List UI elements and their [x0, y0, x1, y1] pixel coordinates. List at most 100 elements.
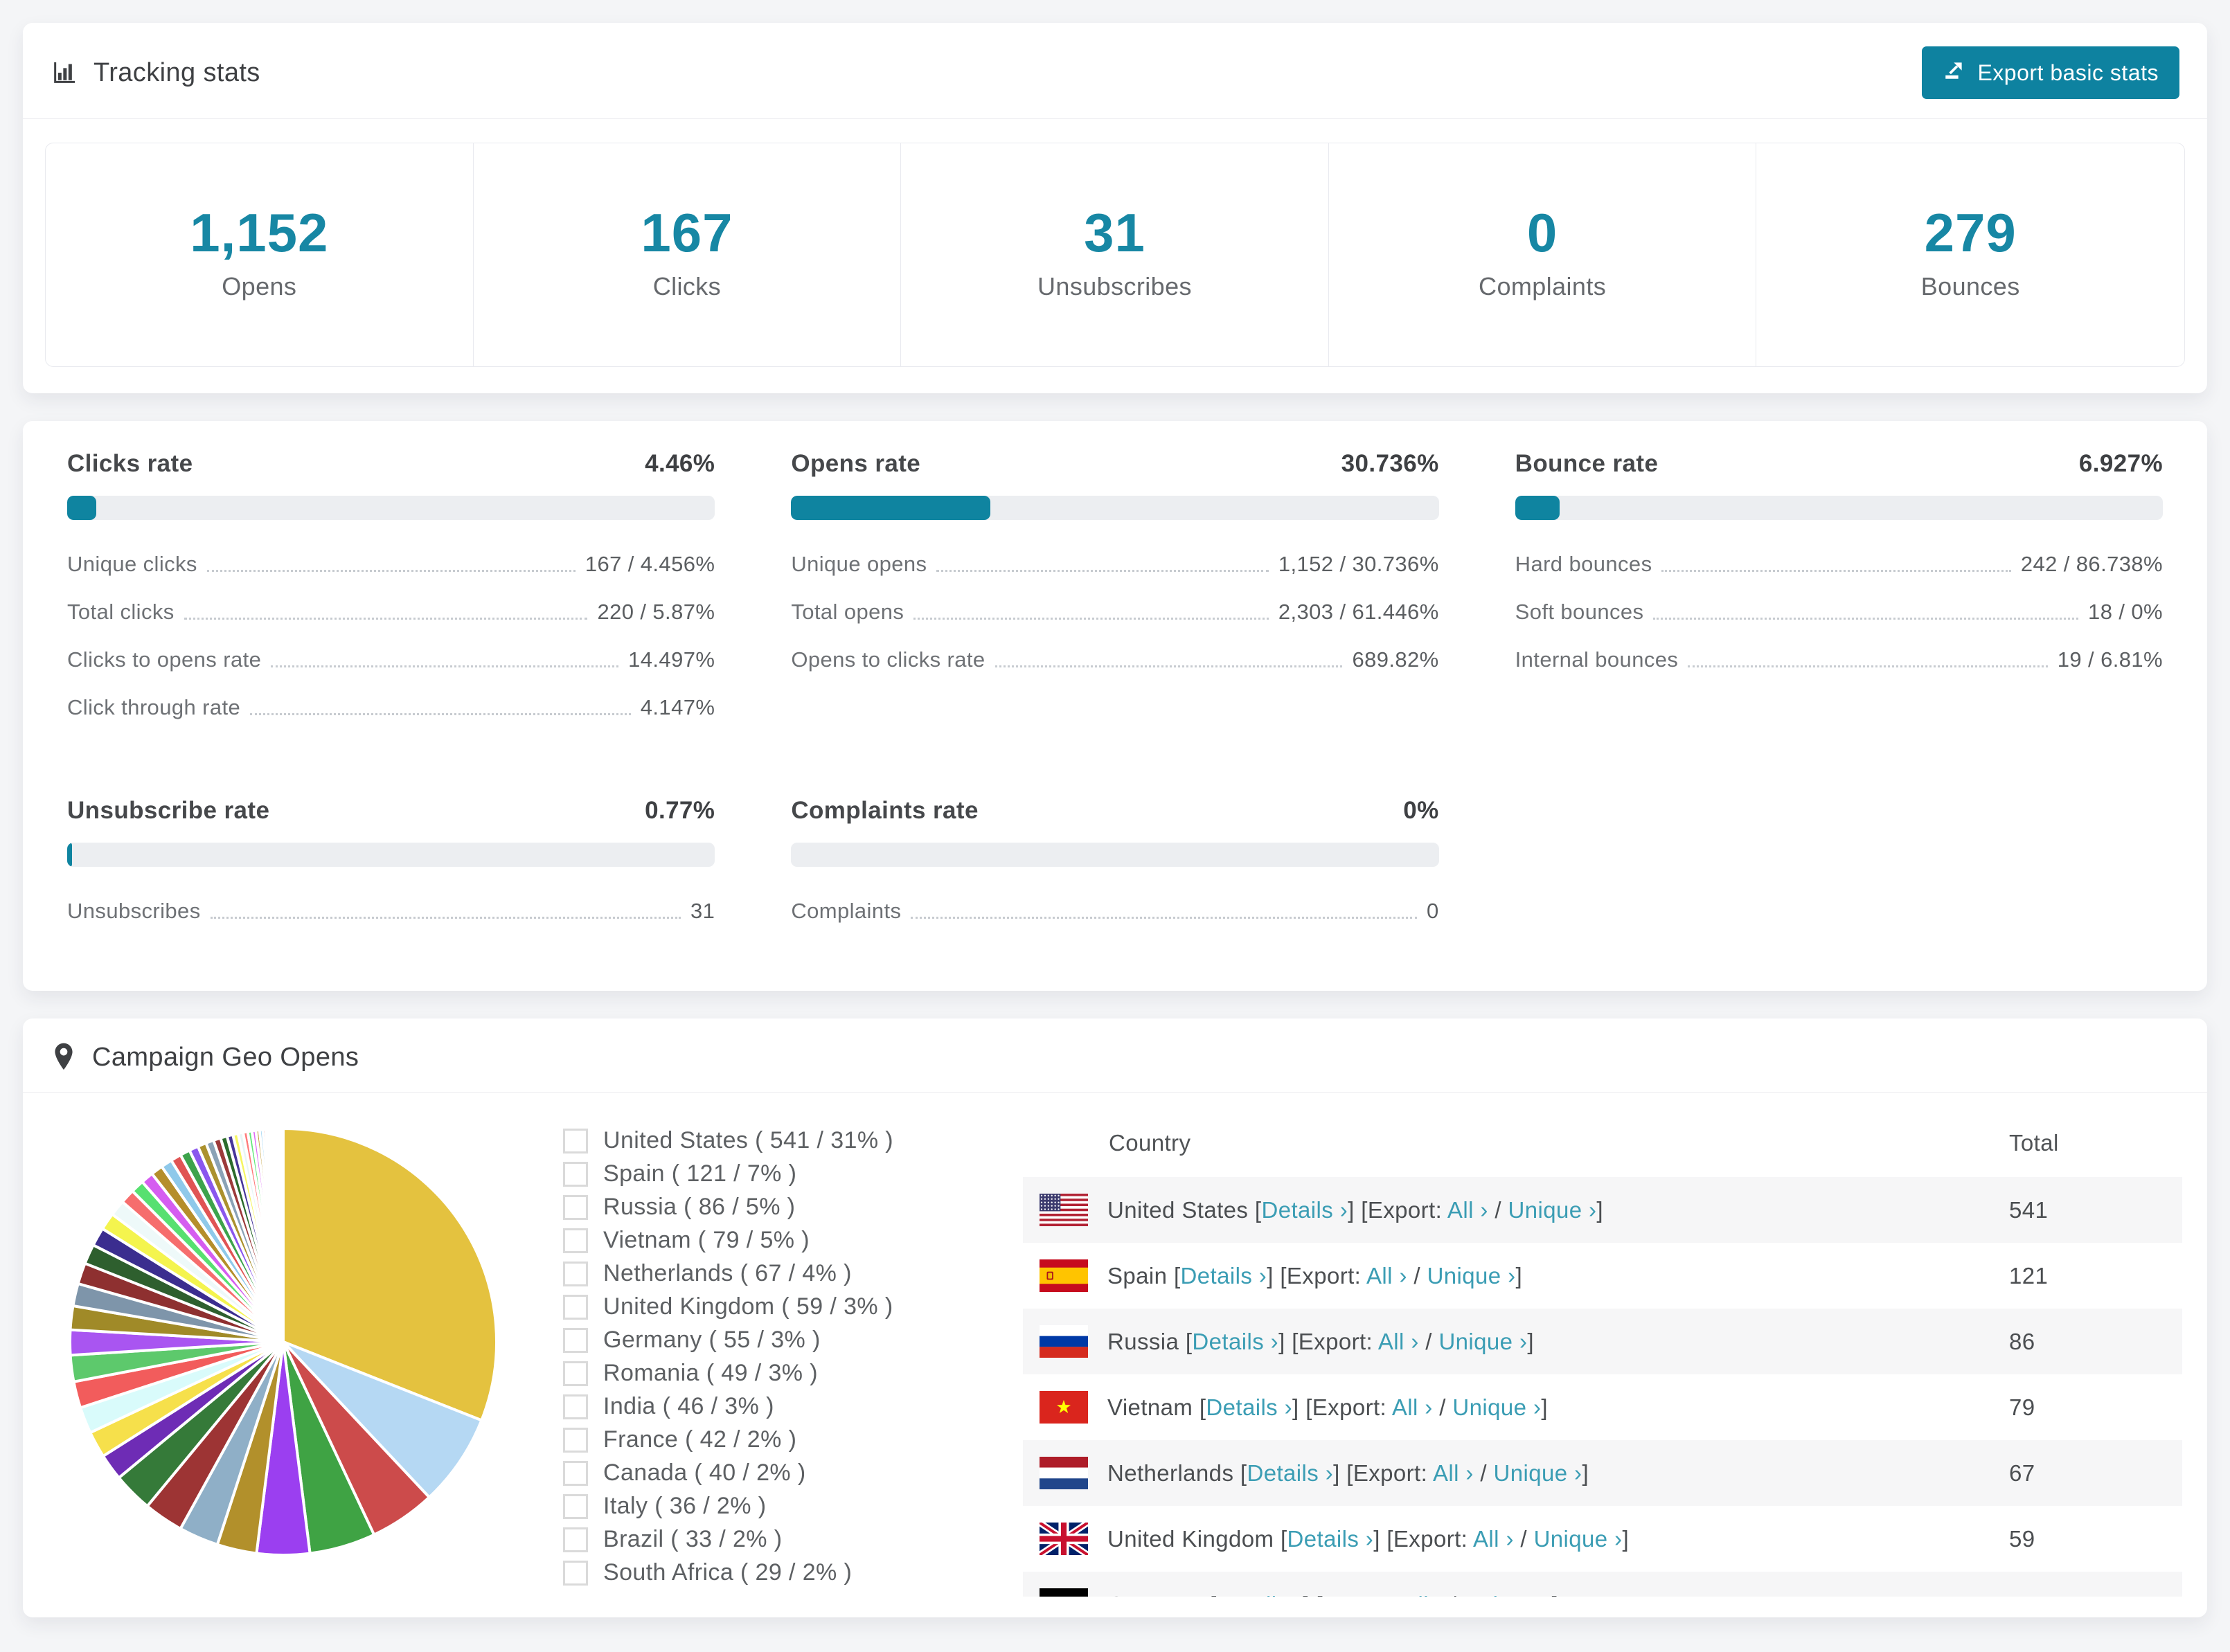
- stat-value: 1,152: [190, 202, 329, 263]
- export-prefix: [Export:: [1292, 1328, 1373, 1354]
- rate-stat-label: Total opens: [791, 600, 904, 624]
- rate-stat-value: 689.82%: [1352, 647, 1439, 672]
- rate-rows: Complaints 0: [791, 899, 1438, 924]
- country-links-text: Russia [Details ›] [Export: All › / Uniq…: [1107, 1328, 1534, 1354]
- country-total: 79: [2009, 1394, 2035, 1420]
- legend-label: South Africa ( 29 / 2% ): [603, 1559, 853, 1586]
- stat-box: 279 Bounces: [1756, 143, 2184, 366]
- geo-table-scroll-area[interactable]: Country Total United States [Details ›] …: [1023, 1109, 2182, 1597]
- geo-table-row: United States [Details ›] [Export: All ›…: [1023, 1177, 2182, 1243]
- tracking-stats-header: Tracking stats Export basic stats: [23, 23, 2207, 119]
- legend-item: India ( 46 / 3% ): [563, 1393, 992, 1420]
- stat-box: 1,152 Opens: [46, 143, 474, 366]
- legend-label: United Kingdom ( 59 / 3% ): [603, 1293, 893, 1320]
- stat-label: Unsubscribes: [1037, 272, 1192, 300]
- geo-table-row: Spain [Details ›] [Export: All › / Uniqu…: [1023, 1243, 2182, 1309]
- export-unique-link[interactable]: Unique ›: [1534, 1526, 1623, 1552]
- legend-swatch: [563, 1361, 588, 1386]
- rate-stat-row: Click through rate 4.147%: [67, 695, 715, 720]
- country-links-text: Netherlands [Details ›] [Export: All › /…: [1107, 1460, 1589, 1486]
- rate-stat-row: Unsubscribes 31: [67, 899, 715, 924]
- legend-swatch: [563, 1161, 588, 1187]
- export-unique-link[interactable]: Unique ›: [1438, 1329, 1527, 1354]
- country-cell: United States [Details ›] [Export: All ›…: [1023, 1194, 2009, 1226]
- legend-item: Russia ( 86 / 5% ): [563, 1194, 992, 1221]
- details-link[interactable]: Details ›: [1287, 1526, 1374, 1552]
- legend-label: Italy ( 36 / 2% ): [603, 1493, 767, 1519]
- rate-stat-row: Clicks to opens rate 14.497%: [67, 647, 715, 672]
- country-cell: Russia [Details ›] [Export: All › / Uniq…: [1023, 1325, 2009, 1358]
- legend-label: Netherlands ( 67 / 4% ): [603, 1260, 852, 1286]
- details-link[interactable]: Details ›: [1247, 1460, 1333, 1486]
- rate-block: Opens rate 30.736% Unique opens 1,152 / …: [791, 450, 1439, 743]
- tracking-stats-title-row: Tracking stats: [51, 58, 260, 88]
- rate-title: Clicks rate: [67, 450, 193, 477]
- stat-box: 31 Unsubscribes: [901, 143, 1329, 366]
- country-cell: Netherlands [Details ›] [Export: All › /…: [1023, 1457, 2009, 1489]
- rate-stat-label: Hard bounces: [1515, 552, 1652, 576]
- rate-stat-row: Total clicks 220 / 5.87%: [67, 600, 715, 625]
- legend-item: Spain ( 121 / 7% ): [563, 1160, 992, 1187]
- geo-pie-svg[interactable]: [55, 1113, 512, 1570]
- country-total: 67: [2009, 1460, 2035, 1486]
- geo-table-header-row: Country Total: [1023, 1109, 2182, 1177]
- legend-swatch: [563, 1294, 588, 1320]
- country-total: 86: [2009, 1328, 2035, 1354]
- tracking-stats-title: Tracking stats: [93, 57, 260, 87]
- rate-stat-label: Unique opens: [791, 552, 927, 576]
- country-column-header: Country: [1109, 1130, 1191, 1156]
- geo-opens-header: Campaign Geo Opens: [23, 1018, 2207, 1093]
- details-link[interactable]: Details ›: [1261, 1197, 1348, 1223]
- legend-item: United States ( 541 / 31% ): [563, 1127, 992, 1154]
- export-all-link[interactable]: All ›: [1473, 1526, 1514, 1552]
- rate-head: Complaints rate 0%: [791, 797, 1438, 825]
- legend-item: Brazil ( 33 / 2% ): [563, 1526, 992, 1553]
- rate-head: Unsubscribe rate 0.77%: [67, 797, 715, 825]
- tracking-stats-card: Tracking stats Export basic stats 1,152 …: [23, 23, 2207, 393]
- details-link[interactable]: Details ›: [1206, 1394, 1292, 1420]
- rate-stat-value: 4.147%: [640, 695, 715, 719]
- export-unique-link[interactable]: Unique ›: [1494, 1460, 1582, 1486]
- progress-bar-fill: [67, 843, 73, 867]
- export-all-link[interactable]: All ›: [1378, 1329, 1419, 1354]
- stats-row: 1,152 Opens 167 Clicks 31 Unsubscribes 0…: [45, 143, 2185, 367]
- details-link[interactable]: Details ›: [1192, 1329, 1278, 1354]
- dotted-leader: [936, 570, 1269, 572]
- country-links-text: Spain [Details ›] [Export: All › / Uniqu…: [1107, 1262, 1523, 1289]
- country-flag-icon: [1040, 1391, 1088, 1424]
- country-links-text: United States [Details ›] [Export: All ›…: [1107, 1196, 1603, 1223]
- rate-stat-row: Soft bounces 18 / 0%: [1515, 600, 2163, 625]
- geo-table-row: Netherlands [Details ›] [Export: All › /…: [1023, 1440, 2182, 1506]
- legend-swatch: [563, 1493, 588, 1519]
- export-unique-link[interactable]: Unique ›: [1508, 1197, 1596, 1223]
- rate-stat-label: Clicks to opens rate: [67, 647, 262, 672]
- export-all-link[interactable]: All ›: [1402, 1592, 1443, 1597]
- details-link[interactable]: Details ›: [1181, 1263, 1267, 1289]
- stat-label: Opens: [222, 272, 297, 300]
- export-all-link[interactable]: All ›: [1447, 1197, 1488, 1223]
- country-cell: Germany [Details ›] [Export: All › / Uni…: [1023, 1588, 2009, 1597]
- rate-stat-value: 2,303 / 61.446%: [1278, 600, 1439, 624]
- export-all-link[interactable]: All ›: [1433, 1460, 1474, 1486]
- dotted-leader: [210, 917, 681, 919]
- progress-bar-fill: [1515, 496, 1560, 520]
- export-unique-link[interactable]: Unique ›: [1452, 1394, 1541, 1420]
- progress-bar: [791, 496, 1439, 520]
- export-prefix: [Export:: [1316, 1592, 1397, 1597]
- country-name: Russia: [1107, 1328, 1179, 1354]
- export-all-link[interactable]: All ›: [1392, 1394, 1433, 1420]
- export-unique-link[interactable]: Unique ›: [1463, 1592, 1552, 1597]
- geo-opens-card: Campaign Geo Opens United States ( 541 /…: [23, 1018, 2207, 1617]
- geo-opens-title-row: Campaign Geo Opens: [51, 1042, 359, 1072]
- export-all-link[interactable]: All ›: [1366, 1263, 1407, 1289]
- export-basic-stats-button[interactable]: Export basic stats: [1922, 46, 2179, 99]
- country-name: Germany: [1107, 1592, 1204, 1597]
- rate-stat-value: 18 / 0%: [2088, 600, 2163, 624]
- geo-opens-title: Campaign Geo Opens: [92, 1042, 359, 1072]
- dotted-leader: [206, 570, 576, 572]
- export-unique-link[interactable]: Unique ›: [1427, 1263, 1516, 1289]
- country-name: Spain: [1107, 1262, 1168, 1289]
- details-link[interactable]: Details ›: [1217, 1592, 1303, 1597]
- rate-rows: Unsubscribes 31: [67, 899, 715, 924]
- legend-item: United Kingdom ( 59 / 3% ): [563, 1293, 992, 1320]
